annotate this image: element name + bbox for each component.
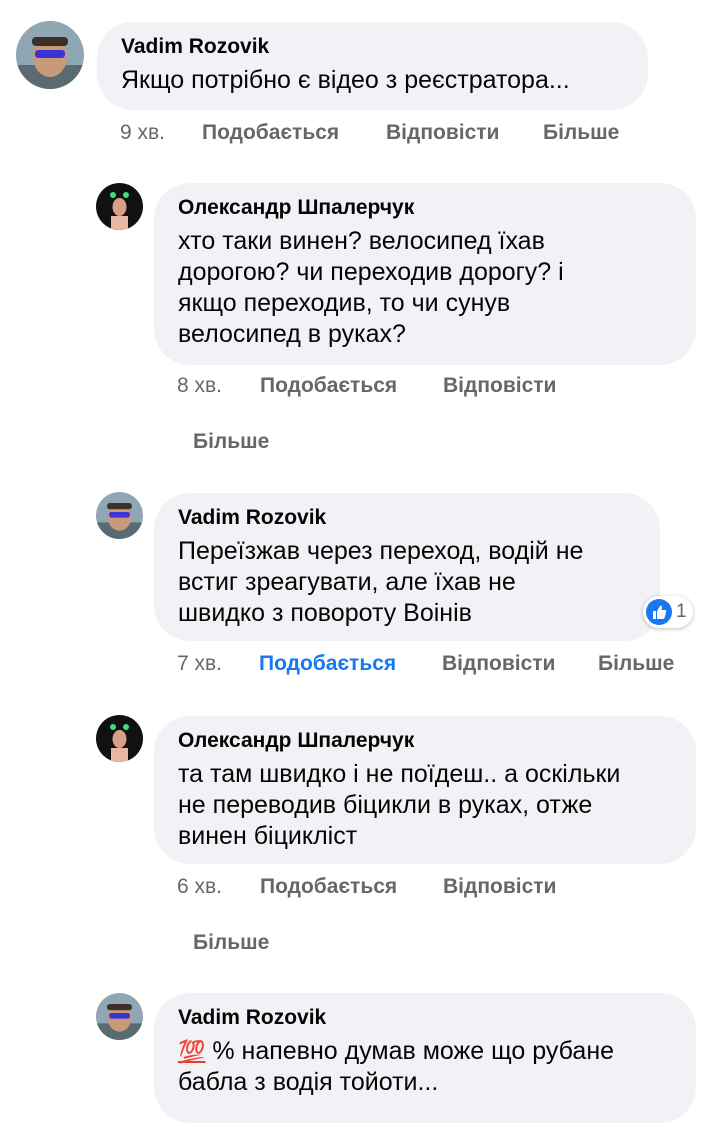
comment-text: 💯 % напевно думав може що рубане бабла з… (178, 1037, 615, 1096)
thumbs-up-icon (646, 599, 672, 625)
hundred-points-icon: 💯 (178, 1039, 206, 1064)
like-button[interactable]: Подобається (259, 652, 396, 676)
reply-button[interactable]: Відповісти (443, 875, 556, 899)
comment-author[interactable]: Олександр Шпалерчук (178, 728, 672, 754)
avatar-vadim[interactable] (96, 993, 143, 1040)
comment-actions-row2: Більше (193, 430, 313, 456)
comment-text: Якщо потрібно є відео з реєстратора... (121, 66, 570, 94)
more-button[interactable]: Більше (543, 121, 619, 145)
like-button[interactable]: Подобається (260, 374, 397, 398)
more-button[interactable]: Більше (598, 652, 674, 676)
comment-time[interactable]: 8 хв. (177, 374, 222, 398)
avatar-vadim[interactable] (96, 492, 143, 539)
comment-bubble: Vadim Rozovik Переїзжав через переход, в… (154, 493, 660, 641)
reply-button[interactable]: Відповісти (442, 652, 555, 676)
like-button[interactable]: Подобається (202, 121, 339, 145)
comment-bubble: Vadim Rozovik Якщо потрібно є відео з ре… (97, 22, 648, 110)
comment-time[interactable]: 9 хв. (120, 121, 165, 145)
comment-author[interactable]: Vadim Rozovik (121, 34, 624, 60)
comment-author[interactable]: Олександр Шпалерчук (178, 195, 672, 221)
like-button[interactable]: Подобається (260, 875, 397, 899)
reaction-count-badge[interactable]: 1 (643, 596, 693, 628)
comment-time[interactable]: 7 хв. (177, 652, 222, 676)
comment-text: хто таки винен? велосипед їхав дорогою? … (178, 227, 564, 348)
comment-actions: 7 хв. Подобається Відповісти Більше (177, 652, 697, 678)
avatar-oleksandr[interactable] (96, 183, 143, 230)
more-button[interactable]: Більше (193, 931, 269, 955)
comment-actions-row2: Більше (193, 931, 313, 957)
comment-actions: 8 хв. Подобається Відповісти (177, 374, 677, 400)
reply-button[interactable]: Відповісти (443, 374, 556, 398)
reaction-count: 1 (676, 601, 687, 622)
comment-time[interactable]: 6 хв. (177, 875, 222, 899)
comment-author[interactable]: Vadim Rozovik (178, 1005, 672, 1031)
avatar-vadim[interactable] (16, 21, 84, 89)
reply-button[interactable]: Відповісти (386, 121, 499, 145)
more-button[interactable]: Більше (193, 430, 269, 454)
comment-bubble: Олександр Шпалерчук хто таки винен? вело… (154, 183, 696, 365)
comment-text: Переїзжав через переход, водій не встиг … (178, 537, 584, 627)
comment-bubble: Vadim Rozovik 💯 % напевно думав може що … (154, 993, 696, 1123)
comment-text: та там швидко і не поїдеш.. а оскільки н… (178, 760, 621, 850)
comment-author[interactable]: Vadim Rozovik (178, 505, 636, 531)
comment-actions: 9 хв. Подобається Відповісти Більше (120, 121, 660, 147)
comment-bubble: Олександр Шпалерчук та там швидко і не п… (154, 716, 696, 864)
comment-actions: 6 хв. Подобається Відповісти (177, 875, 677, 901)
avatar-oleksandr[interactable] (96, 715, 143, 762)
